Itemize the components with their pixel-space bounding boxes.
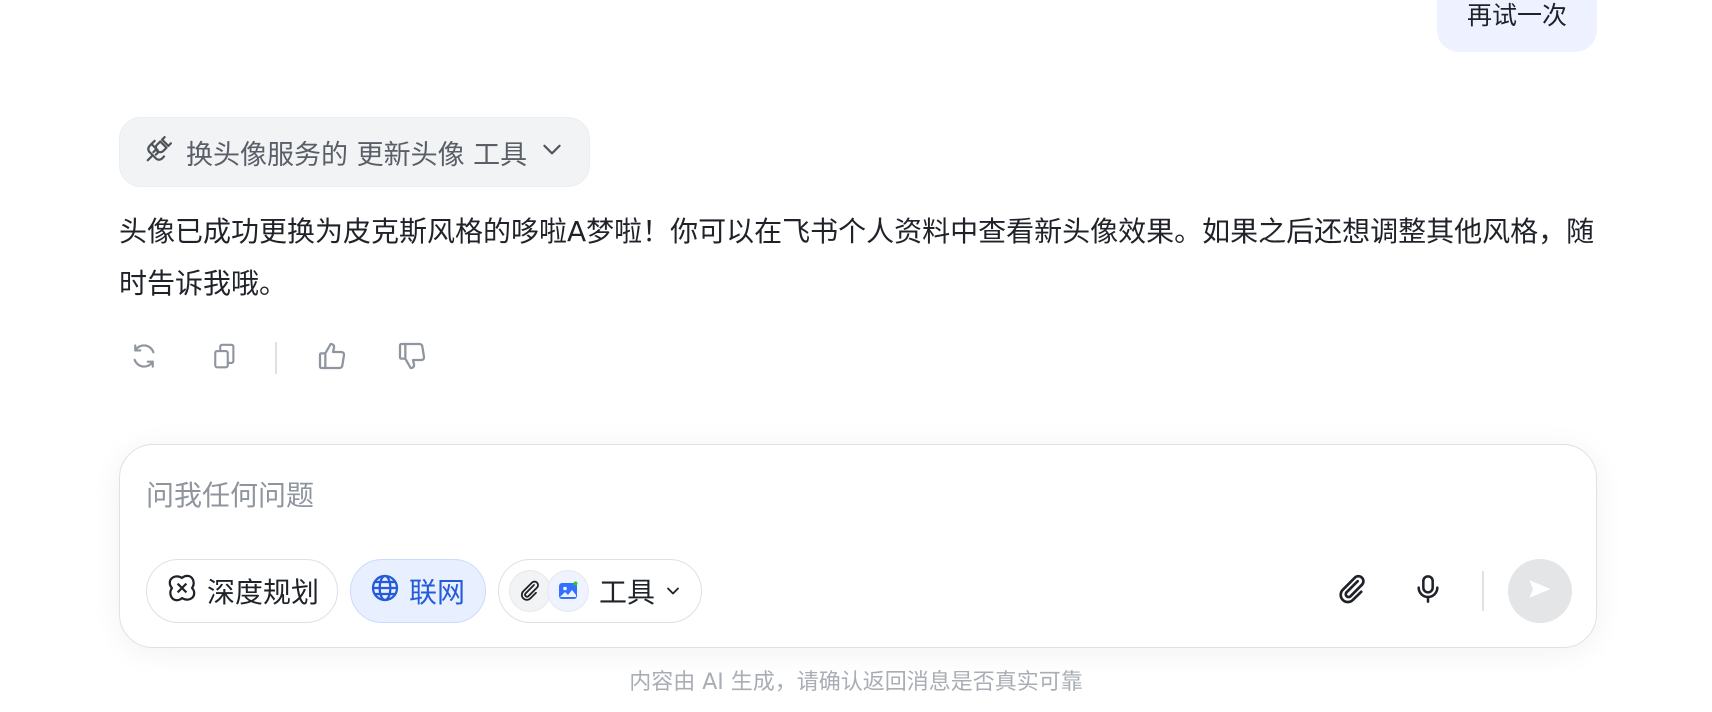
voice-input-button[interactable] [1402,565,1454,617]
plug-icon [144,134,174,171]
copy-icon [209,341,239,375]
thumbs-up-icon [316,340,348,376]
actions-divider [275,342,277,374]
attach-file-button[interactable] [1326,565,1378,617]
message-input[interactable] [146,475,1546,515]
deep-plan-label: 深度规划 [207,576,320,609]
send-icon [1526,575,1554,607]
paperclip-icon [1335,572,1369,610]
user-message-bubble: 再试一次 [1436,0,1597,52]
dislike-button[interactable] [387,333,437,383]
deep-plan-icon [167,573,197,610]
like-button[interactable] [307,333,357,383]
web-search-toggle[interactable]: 联网 [350,559,486,623]
globe-icon [369,572,401,611]
composer-divider [1482,571,1484,611]
microphone-icon [1412,573,1444,609]
regenerate-button[interactable] [119,333,169,383]
chat-page: 再试一次 换头像服务的 更新头像 工具 头像已成功更换为皮克斯风格的哆啦A梦啦！… [0,0,1712,712]
message-actions [119,333,467,383]
tools-label: 工具 [599,576,656,609]
web-search-label: 联网 [409,576,466,609]
image-tool-icon [547,570,589,612]
chevron-down-icon [663,575,683,608]
attachment-tool-icon [509,570,551,612]
copy-button[interactable] [199,333,249,383]
thumbs-down-icon [396,340,428,376]
ai-disclaimer: 内容由 AI 生成，请确认返回消息是否真实可靠 [629,670,1083,695]
refresh-icon [129,341,159,375]
assistant-message-text: 头像已成功更换为皮克斯风格的哆啦A梦啦！你可以在飞书个人资料中查看新头像效果。如… [119,215,1595,300]
message-composer: 深度规划 联网 [119,444,1597,648]
tools-dropdown[interactable]: 工具 [498,559,702,623]
chevron-down-icon [539,136,565,169]
tool-call-label: 换头像服务的 更新头像 工具 [186,139,528,171]
composer-actions [1326,559,1572,623]
tool-call-chip[interactable]: 换头像服务的 更新头像 工具 [119,117,591,187]
user-message-text: 再试一次 [1466,1,1567,30]
deep-plan-button[interactable]: 深度规划 [146,559,338,623]
send-button[interactable] [1508,559,1572,623]
